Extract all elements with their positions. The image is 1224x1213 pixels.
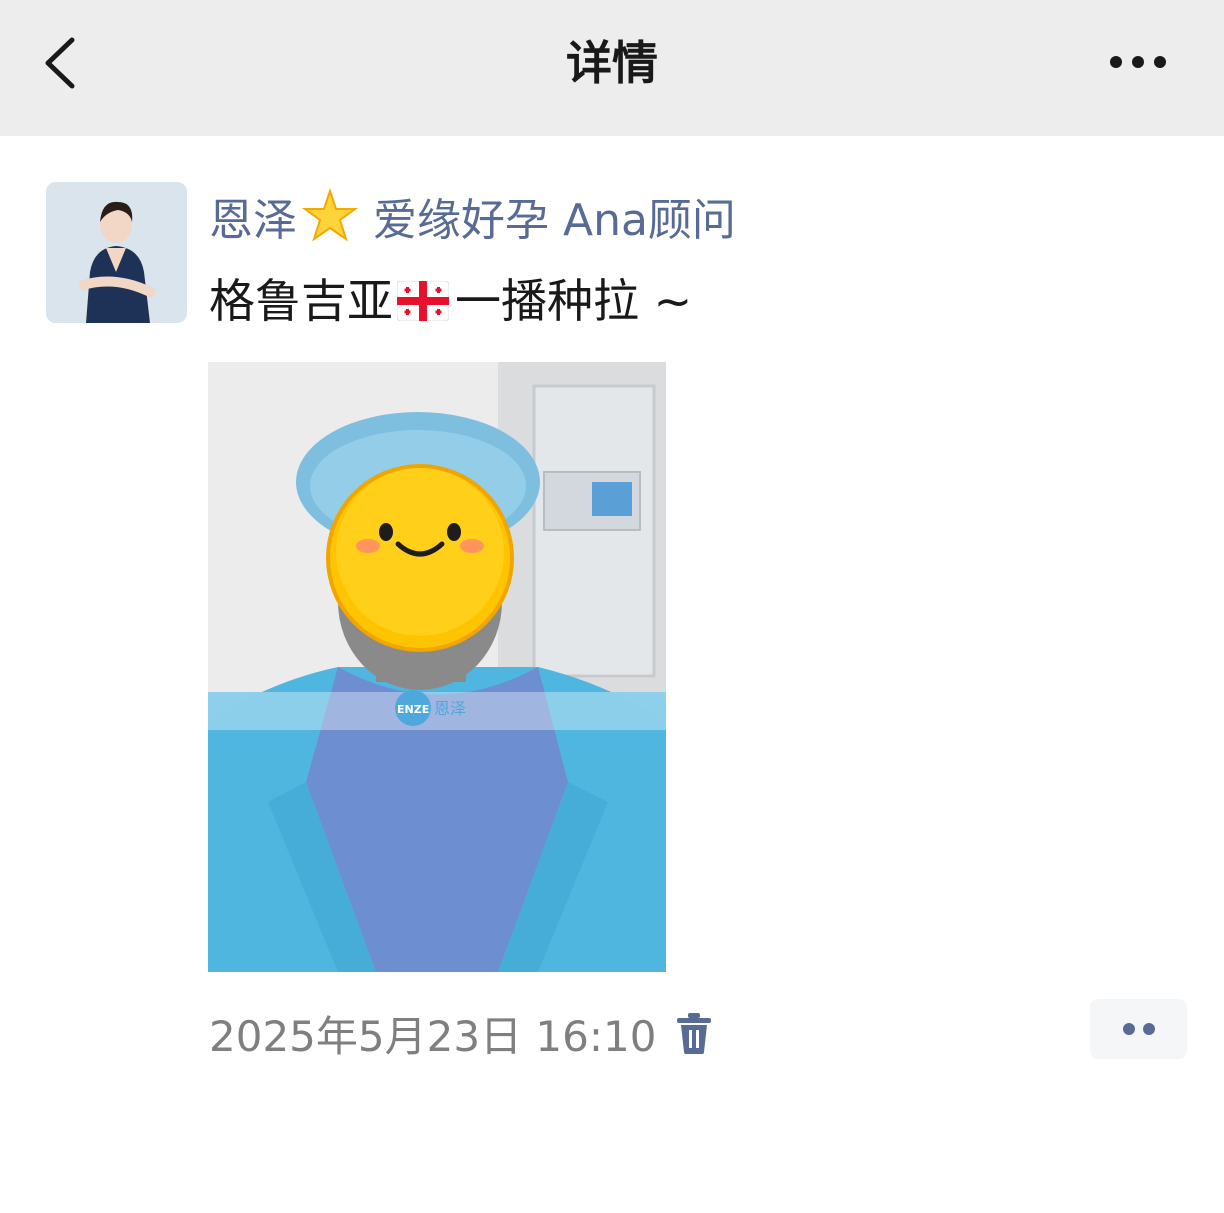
photo-image: ENZE 恩泽: [208, 362, 666, 972]
top-bar: 详情: [0, 0, 1224, 136]
svg-text:恩泽: 恩泽: [434, 699, 466, 718]
avatar-portrait-image: [46, 182, 187, 323]
avatar[interactable]: [46, 182, 187, 323]
delete-button[interactable]: [674, 1011, 714, 1055]
post-text-prefix: 格鲁吉亚: [209, 274, 393, 328]
like-comment-button[interactable]: [1090, 999, 1187, 1059]
post-meta: 2025年5月23日 16:10: [209, 1004, 714, 1062]
author-name[interactable]: 恩泽 爱缘好孕 Ana顾问: [209, 184, 736, 248]
georgia-flag-icon: [396, 278, 450, 322]
post-photo[interactable]: ENZE 恩泽: [208, 362, 666, 972]
svg-text:ENZE: ENZE: [397, 703, 429, 716]
more-dots-icon: [1110, 56, 1166, 68]
star-emoji-icon: [301, 187, 359, 245]
post-text-suffix: 一播种拉 ~: [455, 274, 693, 328]
trash-icon: [677, 1013, 712, 1054]
author-name-prefix: 恩泽: [209, 195, 297, 246]
author-name-suffix: 爱缘好孕 Ana顾问: [373, 195, 736, 246]
comment-dots-icon: [1123, 1023, 1155, 1035]
post-text: 格鲁吉亚 一播种拉 ~: [209, 266, 692, 330]
post-timestamp: 2025年5月23日 16:10: [209, 1011, 657, 1061]
page-title: 详情: [566, 36, 658, 90]
more-button[interactable]: [1100, 40, 1180, 84]
